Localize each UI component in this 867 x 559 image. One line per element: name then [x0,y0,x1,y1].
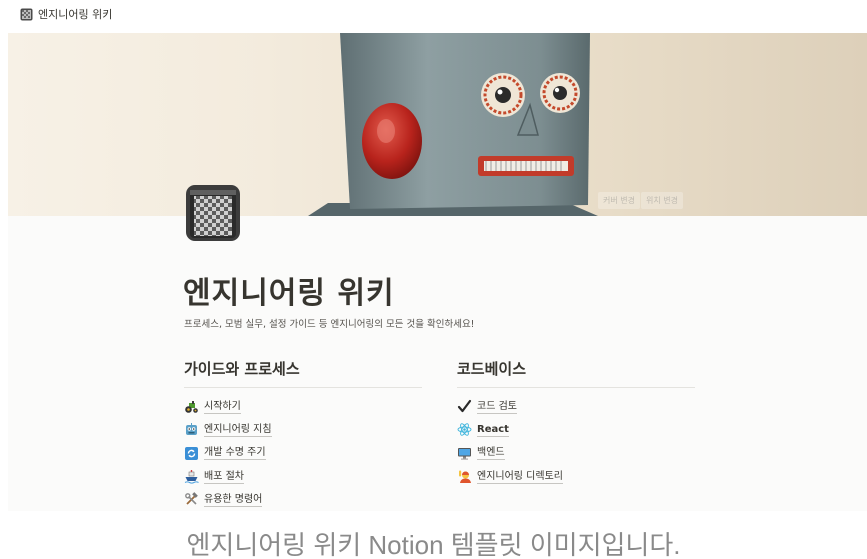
link-label[interactable]: 코드 검토 [477,400,517,414]
tractor-icon [184,399,199,414]
checkered-notebook-icon [20,8,33,21]
link-deployment[interactable]: 배포 절차 [184,465,422,488]
cover-image: 커버 변경 위치 변경 [8,33,867,216]
breadcrumb[interactable]: 엔지니어링 위키 [0,0,867,28]
checkered-notebook-icon[interactable] [184,183,242,243]
change-cover-button[interactable]: 커버 변경 [598,192,640,209]
link-getting-started[interactable]: 시작하기 [184,395,422,418]
codebase-section: 코드베이스 코드 검토 React 백엔드 엔지니어링 디렉토리 [457,358,695,488]
link-label[interactable]: 시작하기 [204,400,241,414]
link-code-review[interactable]: 코드 검토 [457,395,695,418]
page-title[interactable]: 엔지니어링 위키 [183,268,395,312]
hammer-wrench-icon [184,492,199,507]
link-label[interactable]: 개발 수명 주기 [204,446,266,461]
robot-right-eye [540,73,580,113]
cycle-arrows-icon [184,446,199,461]
link-label[interactable]: 유용한 명령어 [204,493,263,507]
robot-left-eye [481,73,525,117]
section-heading: 코드베이스 [457,358,695,388]
page-subtitle[interactable]: 프로세스, 모범 실무, 설정 가이드 등 엔지니어링의 모든 것을 확인하세요… [184,316,475,330]
link-label[interactable]: 배포 절차 [204,470,244,484]
ship-icon [184,469,199,484]
breadcrumb-label[interactable]: 엔지니어링 위키 [38,6,112,22]
link-label[interactable]: 엔지니어링 지침 [204,423,272,437]
notion-page: 커버 변경 위치 변경 엔지니어링 위키 프로세스, 모범 실무, 설정 가이드… [8,33,867,511]
link-label[interactable]: React [477,423,509,437]
link-dev-lifecycle[interactable]: 개발 수명 주기 [184,442,422,465]
link-backend[interactable]: 백엔드 [457,442,695,465]
robot-icon [184,422,199,437]
image-caption: 엔지니어링 위키 Notion 템플릿 이미지입니다. [186,530,681,559]
link-label[interactable]: 엔지니어링 디렉토리 [477,470,563,484]
robot-cover-illustration [308,33,598,216]
link-engineering-directory[interactable]: 엔지니어링 디렉토리 [457,465,695,488]
link-react[interactable]: React [457,418,695,441]
desktop-computer-icon [457,446,472,461]
reposition-cover-button[interactable]: 위치 변경 [640,192,683,209]
link-label[interactable]: 백엔드 [477,446,505,461]
link-useful-commands[interactable]: 유용한 명령어 [184,488,422,511]
section-heading: 가이드와 프로세스 [184,358,422,388]
checkmark-icon [457,399,472,414]
link-engineering-guidelines[interactable]: 엔지니어링 지침 [184,418,422,441]
react-atom-icon [457,422,472,437]
person-raising-hand-icon [457,469,472,484]
guides-section: 가이드와 프로세스 시작하기 엔지니어링 지침 개발 수명 주기 배포 절차 유… [184,358,422,511]
